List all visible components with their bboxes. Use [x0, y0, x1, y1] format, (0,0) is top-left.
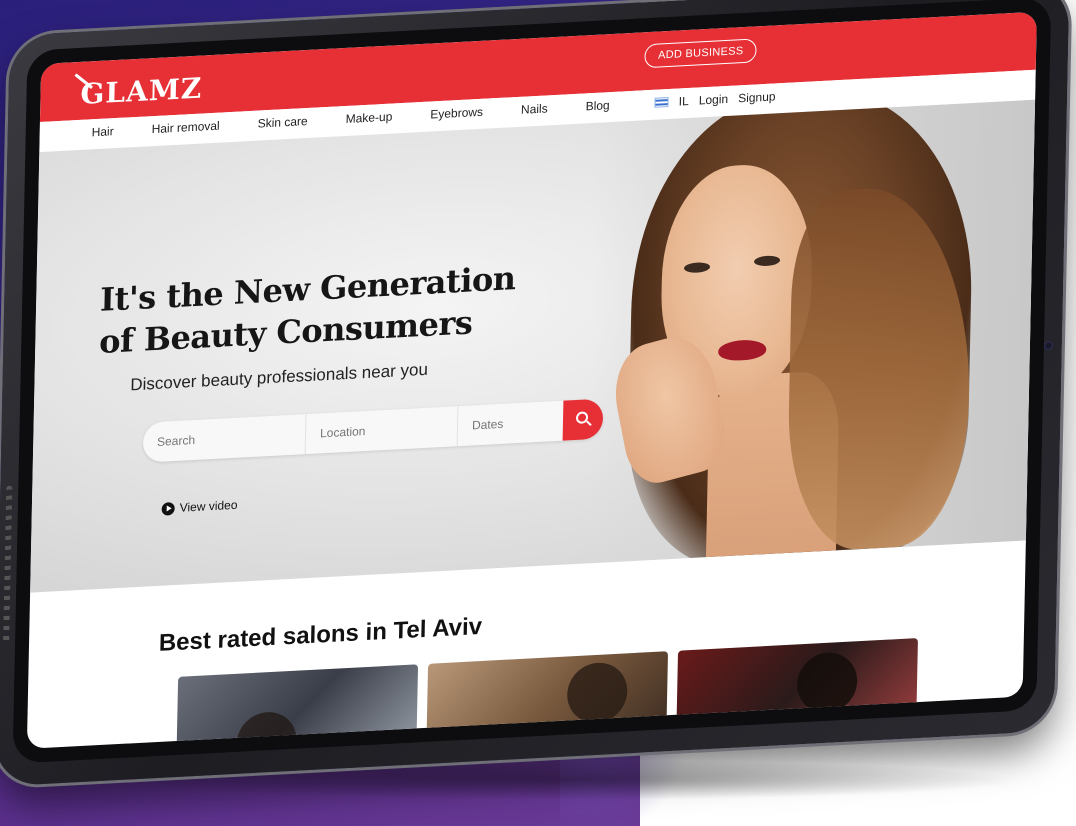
view-video-label: View video [179, 497, 238, 515]
eye-left [683, 261, 711, 274]
hero-section: It's the New Generation of Beauty Consum… [30, 99, 1036, 593]
nav-item-skin-care[interactable]: Skin care [258, 114, 308, 131]
logo-text: GLAMZ [80, 71, 203, 111]
eye-right [753, 255, 781, 267]
nav-item-eyebrows[interactable]: Eyebrows [430, 105, 483, 122]
location-input[interactable] [304, 406, 456, 455]
view-video-link[interactable]: View video [161, 497, 238, 516]
search-input[interactable] [142, 414, 304, 463]
nav-item-blog[interactable]: Blog [586, 98, 610, 113]
nav-item-hair[interactable]: Hair [92, 124, 114, 139]
nav-item-make-up[interactable]: Make-up [346, 110, 393, 126]
add-business-button[interactable]: ADD BUSINESS [644, 38, 757, 69]
salon-photo-figure [796, 651, 858, 715]
search-icon-handle [586, 420, 592, 427]
hero-subtitle: Discover beauty professionals near you [130, 359, 429, 395]
nav-item-hair-removal[interactable]: Hair removal [152, 119, 220, 137]
website-screen: GLAMZ ADD BUSINESS Hair Hair removal Ski… [26, 11, 1037, 749]
hero-title: It's the New Generation of Beauty Consum… [99, 257, 521, 363]
salons-section-title: Best rated salons in Tel Aviv [158, 612, 483, 657]
site-logo[interactable]: GLAMZ [74, 71, 203, 111]
login-link[interactable]: Login [699, 92, 729, 108]
hero-model-photo [585, 99, 1036, 564]
nav-item-nails[interactable]: Nails [521, 101, 548, 116]
salon-photo-figure [566, 661, 628, 725]
nav-account-area: IL Login Signup [654, 89, 776, 109]
play-icon [161, 501, 175, 516]
tablet-device: GLAMZ ADD BUSINESS Hair Hair removal Ski… [0, 0, 1070, 787]
region-selector[interactable]: IL [679, 94, 689, 109]
search-bar [142, 398, 604, 463]
israel-flag-icon[interactable] [654, 97, 669, 108]
signup-link[interactable]: Signup [738, 89, 776, 105]
dates-input[interactable] [456, 400, 562, 447]
lips [718, 338, 767, 362]
